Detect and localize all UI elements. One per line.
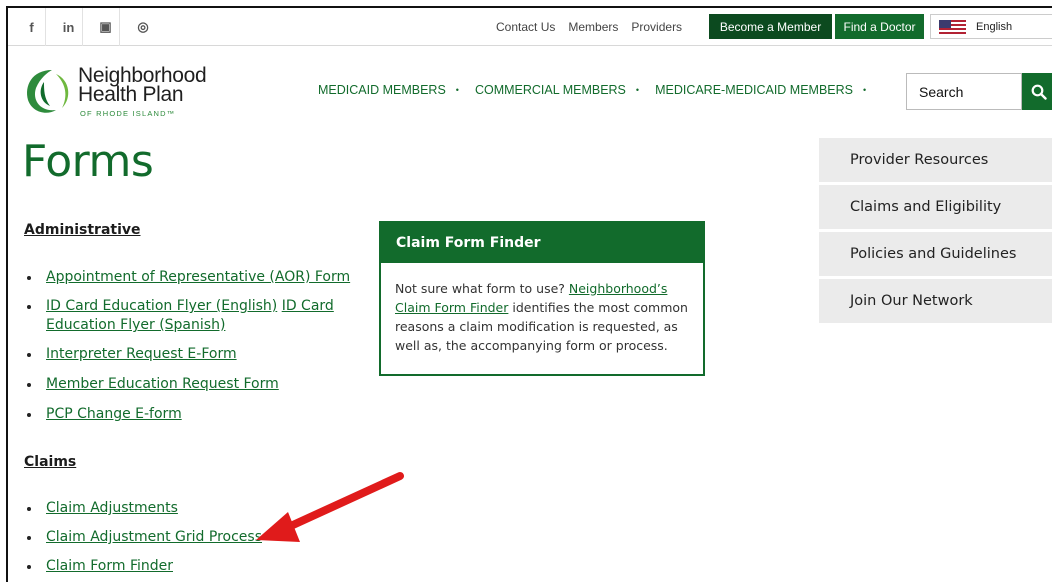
nav-medicare-medicaid-members[interactable]: MEDICARE-MEDICAID MEMBERS • [655, 83, 866, 97]
claim-form-finder-inline-link[interactable]: Claim Form Finder [395, 300, 508, 315]
claim-form-finder-link[interactable]: Claim Form Finder [46, 558, 173, 574]
search-button[interactable] [1022, 73, 1052, 110]
utility-links: Contact Us Members Providers [496, 8, 695, 46]
finder-text: Not sure what form to use? [395, 281, 569, 296]
sidebar-item-provider-resources[interactable]: Provider Resources [819, 138, 1052, 182]
list-item: ID Card Education Flyer (English) ID Car… [24, 297, 354, 335]
provider-sidebar: Provider Resources Claims and Eligibilit… [819, 138, 1052, 326]
nav-label: COMMERCIAL MEMBERS [474, 83, 626, 97]
finder-description: Not sure what form to use? Neighborhood’… [381, 263, 703, 355]
list-item: Appointment of Representative (AOR) Form [24, 268, 354, 287]
claim-form-finder-box: Claim Form Finder Not sure what form to … [379, 221, 705, 376]
nav-medicaid-members[interactable]: MEDICAID MEMBERS • [318, 83, 459, 97]
facebook-icon[interactable]: f [18, 8, 46, 46]
us-flag-icon [939, 19, 966, 34]
id-card-flyer-english-link[interactable]: ID Card Education Flyer (English) [46, 298, 277, 314]
site-logo[interactable]: Neighborhood Health Plan OF RHODE ISLAND… [22, 60, 222, 118]
neighborhoods-link[interactable]: Neighborhood’s [569, 281, 668, 296]
members-link[interactable]: Members [568, 20, 618, 34]
become-member-button[interactable]: Become a Member [709, 14, 832, 39]
search-icon [1031, 84, 1047, 100]
logo-wordmark: Neighborhood Health Plan [78, 65, 207, 106]
language-label: English [976, 20, 1013, 33]
contact-us-link[interactable]: Contact Us [496, 20, 555, 34]
sidebar-item-join-network[interactable]: Join Our Network [819, 279, 1052, 323]
logo-subtitle: OF RHODE ISLAND™ [80, 109, 176, 118]
claim-adjustments-link[interactable]: Claim Adjustments [46, 500, 178, 516]
nav-label: MEDICARE-MEDICAID MEMBERS [655, 83, 853, 97]
sidebar-item-policies-guidelines[interactable]: Policies and Guidelines [819, 232, 1052, 276]
dropdown-indicator-icon: • [455, 85, 459, 95]
list-item: Member Education Request Form [24, 375, 354, 394]
search-input[interactable]: Search [906, 73, 1022, 110]
link-text: ID Card [281, 298, 334, 314]
aor-form-link[interactable]: Appointment of Representative (AOR) Form [46, 269, 350, 285]
finder-title: Claim Form Finder [381, 223, 703, 263]
providers-link[interactable]: Providers [631, 20, 682, 34]
link-text: Education Flyer (Spanish) [46, 317, 226, 333]
administrative-list: Appointment of Representative (AOR) Form… [24, 268, 354, 424]
list-item: Interpreter Request E-Form [24, 345, 354, 364]
find-doctor-button[interactable]: Find a Doctor [835, 14, 924, 39]
nav-commercial-members[interactable]: COMMERCIAL MEMBERS • [475, 83, 639, 97]
sidebar-item-claims-eligibility[interactable]: Claims and Eligibility [819, 185, 1052, 229]
logo-mark-icon [27, 70, 69, 113]
claims-heading: Claims [24, 454, 77, 470]
pcp-change-link[interactable]: PCP Change E-form [46, 406, 182, 422]
main-navigation: MEDICAID MEMBERS • COMMERCIAL MEMBERS • … [318, 83, 882, 97]
dropdown-indicator-icon: • [635, 85, 640, 95]
utility-bar: f in ▣ ◎ Contact Us Members Providers Be… [8, 8, 1052, 46]
claims-list: Claim Adjustments Claim Adjustment Grid … [24, 499, 354, 576]
list-item: Claim Adjustments [24, 499, 354, 518]
browser-viewport: f in ▣ ◎ Contact Us Members Providers Be… [6, 6, 1052, 582]
dropdown-indicator-icon: • [863, 85, 867, 95]
claim-adjustment-grid-link[interactable]: Claim Adjustment Grid Process [46, 529, 262, 545]
administrative-heading: Administrative [24, 222, 141, 238]
interpreter-request-link[interactable]: Interpreter Request E-Form [46, 346, 237, 362]
social-links: f in ▣ ◎ [18, 8, 166, 46]
linkedin-icon[interactable]: in [55, 8, 83, 46]
nav-label: MEDICAID MEMBERS [318, 83, 446, 97]
list-item: Claim Form Finder [24, 557, 354, 576]
instagram-icon[interactable]: ◎ [129, 8, 157, 46]
list-item: PCP Change E-form [24, 405, 354, 424]
list-item: Claim Adjustment Grid Process [24, 528, 354, 547]
language-selector[interactable]: English [930, 14, 1052, 39]
member-education-request-link[interactable]: Member Education Request Form [46, 376, 279, 392]
logo-line2: Health Plan [78, 83, 184, 106]
page-title: Forms [22, 136, 154, 187]
youtube-icon[interactable]: ▣ [92, 8, 120, 46]
